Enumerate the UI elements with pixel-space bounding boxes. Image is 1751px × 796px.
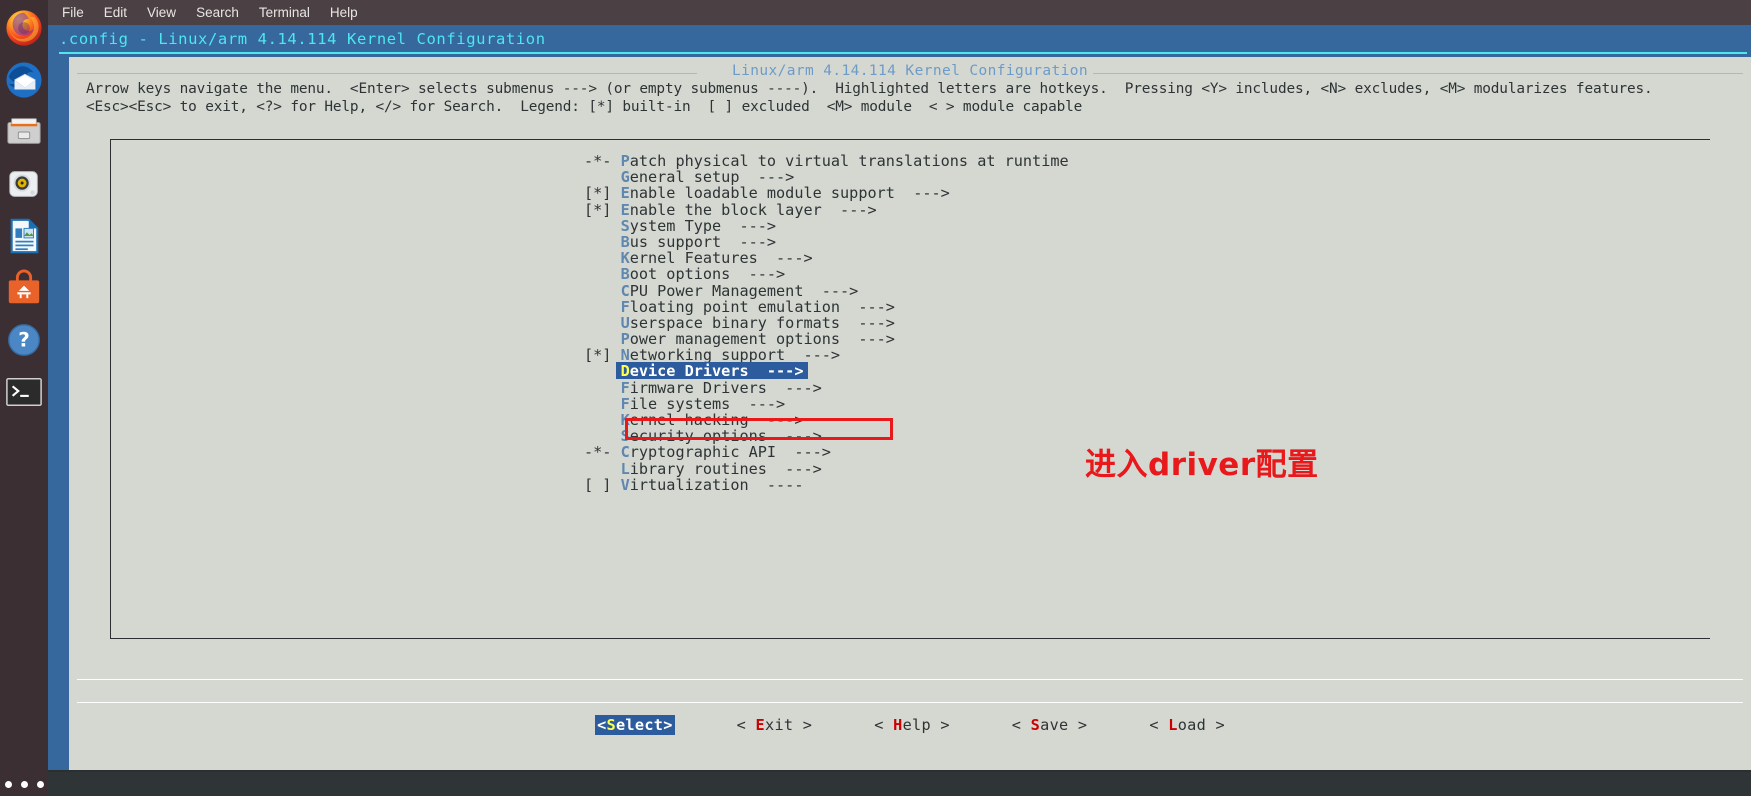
config-menu-item-content: [ ] Virtualization ---- bbox=[584, 476, 803, 494]
button-prefix: < bbox=[1149, 716, 1169, 734]
select-button[interactable]: <Select> bbox=[595, 715, 675, 735]
dock-item-firefox[interactable] bbox=[2, 2, 46, 54]
config-item-hotkey: D bbox=[620, 362, 630, 381]
menu-frame-top-edge bbox=[110, 139, 1710, 140]
terminal-content: .config - Linux/arm 4.14.114 Kernel Conf… bbox=[48, 25, 1751, 796]
config-menu-item[interactable]: System Type ---> bbox=[584, 218, 1284, 234]
separator-line-bottom bbox=[77, 702, 1743, 703]
menu-edit[interactable]: Edit bbox=[96, 3, 135, 22]
svg-text:?: ? bbox=[18, 328, 30, 352]
title-underline bbox=[59, 52, 1747, 54]
config-menu-item[interactable]: CPU Power Management ---> bbox=[584, 282, 1284, 299]
annotation-text: 进入driver配置 bbox=[1085, 447, 1319, 483]
menu-terminal[interactable]: Terminal bbox=[251, 3, 318, 22]
config-item-submenu-arrow: ---> bbox=[821, 200, 877, 219]
menuconfig-dialog: Linux/arm 4.14.114 Kernel Configuration … bbox=[69, 57, 1751, 796]
window-title: .config - Linux/arm 4.14.114 Kernel Conf… bbox=[59, 30, 546, 48]
app-grid-dot bbox=[4, 781, 12, 788]
button-label: oad > bbox=[1177, 716, 1225, 734]
button-prefix: < bbox=[597, 716, 607, 734]
config-menu-item[interactable]: Floating point emulation ---> bbox=[584, 299, 1284, 315]
dock-item-thunderbird[interactable] bbox=[2, 54, 46, 106]
config-menu-item[interactable]: Power management options ---> bbox=[584, 331, 1284, 347]
button-prefix: < bbox=[1011, 716, 1031, 734]
dock-item-help[interactable]: ? bbox=[2, 314, 46, 366]
button-prefix: < bbox=[736, 716, 756, 734]
button-label: elect> bbox=[615, 716, 673, 734]
dock-item-ubuntu-software[interactable] bbox=[2, 262, 46, 314]
button-hotkey: S bbox=[1030, 716, 1041, 734]
config-item-submenu-arrow: ---- bbox=[748, 475, 804, 494]
menu-help[interactable]: Help bbox=[322, 3, 366, 22]
button-hotkey: S bbox=[606, 716, 616, 734]
button-hotkey: E bbox=[755, 716, 765, 734]
save-button[interactable]: < Save > bbox=[1012, 715, 1088, 735]
button-label: xit > bbox=[765, 716, 813, 734]
config-menu-item[interactable]: Userspace binary formats ---> bbox=[584, 315, 1284, 331]
config-menu-item[interactable]: Firmware Drivers ---> bbox=[584, 380, 1284, 396]
menu-bar: File Edit View Search Terminal Help bbox=[48, 0, 1751, 25]
dock-item-rhythmbox[interactable] bbox=[2, 158, 46, 210]
menu-search[interactable]: Search bbox=[188, 3, 247, 22]
libreoffice-impress-icon bbox=[10, 218, 39, 254]
config-item-submenu-arrow: ---> bbox=[894, 184, 950, 203]
button-bar: <Select> < Exit > < Help > < Save > < Load > bbox=[69, 715, 1751, 735]
app-grid-dot bbox=[20, 781, 28, 788]
config-menu-item[interactable]: -*- Patch physical to virtual translatio… bbox=[584, 153, 1284, 169]
files-icon bbox=[7, 118, 41, 144]
show-applications-button[interactable] bbox=[0, 781, 48, 788]
thunderbird-icon bbox=[6, 62, 42, 98]
dock-item-libreoffice-impress[interactable] bbox=[2, 210, 46, 262]
config-menu-item[interactable]: [*] Enable loadable module support ---> bbox=[584, 185, 1284, 201]
menu-file[interactable]: File bbox=[54, 3, 92, 22]
config-menu-item[interactable]: Bus support ---> bbox=[584, 234, 1284, 250]
help-line-1: Arrow keys navigate the menu. <Enter> se… bbox=[86, 81, 1653, 97]
rhythmbox-icon bbox=[9, 171, 38, 197]
help-line-2: <Esc><Esc> to exit, <?> for Help, </> fo… bbox=[86, 99, 1083, 115]
config-menu-item[interactable]: [*] Enable the block layer ---> bbox=[584, 200, 1284, 219]
dock-item-terminal[interactable] bbox=[2, 366, 46, 418]
button-prefix: < bbox=[874, 716, 894, 734]
config-menu-item[interactable]: File systems ---> bbox=[584, 396, 1284, 412]
load-button[interactable]: < Load > bbox=[1149, 715, 1225, 735]
help-button[interactable]: < Help > bbox=[874, 715, 950, 735]
exit-button[interactable]: < Exit > bbox=[737, 715, 813, 735]
config-menu-item[interactable]: Kernel Features ---> bbox=[584, 250, 1284, 266]
terminal-window: File Edit View Search Terminal Help .con… bbox=[48, 0, 1751, 796]
config-item-flag: [ ] bbox=[584, 475, 621, 494]
ubuntu-dock: ? bbox=[0, 0, 48, 796]
config-menu-item[interactable]: Kernel hacking ---> bbox=[584, 412, 1284, 428]
app-grid-dot bbox=[36, 781, 44, 788]
config-menu-item[interactable]: General setup ---> bbox=[584, 169, 1284, 185]
config-menu-item[interactable]: Boot options ---> bbox=[584, 266, 1284, 282]
button-hotkey: L bbox=[1168, 716, 1178, 734]
config-item-submenu-arrow: ---> bbox=[748, 362, 804, 381]
config-item-hotkey: V bbox=[620, 475, 630, 494]
terminal-icon bbox=[6, 377, 42, 407]
menu-view[interactable]: View bbox=[139, 3, 184, 22]
screen: ? File Edit View Search Terminal Help .c… bbox=[0, 0, 1751, 796]
config-item-flag bbox=[584, 362, 621, 380]
button-label: ave > bbox=[1040, 716, 1088, 734]
config-menu-item[interactable]: [*] Networking support ---> bbox=[584, 347, 1284, 363]
separator-line-top bbox=[77, 679, 1743, 680]
config-item-submenu-arrow: ---> bbox=[840, 330, 895, 349]
config-menu-item-selected[interactable]: Device Drivers ---> bbox=[584, 362, 1284, 381]
help-icon: ? bbox=[8, 324, 40, 356]
config-item-label: evice Drivers bbox=[629, 362, 749, 381]
dock-item-files[interactable] bbox=[2, 106, 46, 158]
bottom-strip bbox=[48, 772, 1751, 796]
button-label: elp > bbox=[902, 716, 950, 734]
firefox-icon bbox=[6, 10, 42, 46]
ubuntu-software-icon bbox=[8, 269, 40, 304]
button-hotkey: H bbox=[893, 716, 903, 734]
config-item-label: irtualization bbox=[629, 475, 749, 494]
config-menu-item-content: Device Drivers ---> bbox=[584, 362, 804, 381]
dialog-header: Linux/arm 4.14.114 Kernel Configuration bbox=[731, 63, 1089, 79]
